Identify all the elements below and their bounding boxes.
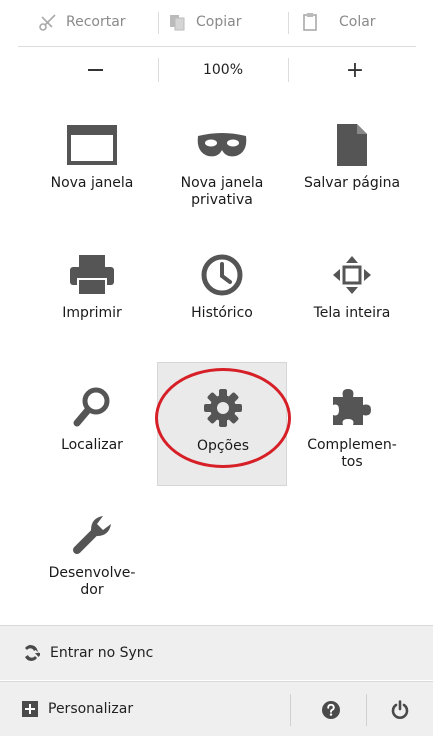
zoom-reset-button[interactable]: 100% [163, 48, 283, 92]
options-button[interactable]: Opções [157, 362, 287, 486]
save-page-button[interactable]: Salvar página [287, 100, 417, 230]
tile-label: Histórico [191, 305, 253, 321]
paste-label: Colar [339, 14, 376, 30]
divider [366, 694, 367, 726]
help-button[interactable] [300, 682, 362, 736]
divider [158, 58, 159, 82]
history-clock-icon [157, 252, 287, 298]
developer-button[interactable]: Desenvolve- dor [27, 490, 157, 620]
printer-icon [27, 252, 157, 298]
tile-label: Nova janela privativa [180, 175, 264, 208]
paste-button[interactable]: Colar [301, 0, 376, 44]
find-button[interactable]: Localizar [27, 362, 157, 486]
scissors-icon [39, 14, 56, 31]
cut-button[interactable]: Recortar [38, 0, 126, 44]
tile-label: Imprimir [62, 305, 122, 321]
customize-label: Personalizar [48, 701, 134, 717]
private-mask-icon [157, 122, 287, 168]
search-icon [27, 384, 157, 430]
divider [158, 12, 159, 34]
divider [288, 58, 289, 82]
help-icon [322, 700, 340, 719]
new-window-icon [27, 122, 157, 168]
cut-label: Recortar [66, 14, 126, 30]
wrench-icon [27, 512, 157, 558]
customize-button[interactable]: Personalizar [0, 682, 133, 736]
zoom-out-button[interactable] [40, 48, 150, 92]
addons-button[interactable]: Complemen- tos [287, 362, 417, 486]
power-icon [391, 699, 409, 719]
copy-button[interactable]: Copiar [168, 0, 241, 44]
tile-label: Nova janela [50, 175, 134, 191]
fullscreen-button[interactable]: Tela inteira [287, 230, 417, 360]
sync-icon [22, 644, 40, 662]
zoom-in-button[interactable]: + [295, 48, 415, 92]
zoom-controls-row: 100% + [0, 48, 433, 92]
copy-label: Copiar [196, 14, 242, 30]
tile-label: Opções [196, 438, 250, 454]
tile-label: Tela inteira [313, 305, 391, 321]
divider [18, 46, 416, 47]
plus-box-icon [22, 701, 38, 717]
fullscreen-icon [287, 252, 417, 298]
divider [288, 12, 289, 34]
new-window-button[interactable]: Nova janela [27, 100, 157, 230]
puzzle-icon [287, 384, 417, 430]
edit-controls-row: Recortar Copiar Colar [0, 0, 433, 44]
tile-label: Localizar [61, 437, 123, 453]
sync-label: Entrar no Sync [50, 645, 154, 661]
sync-signin-button[interactable]: Entrar no Sync [0, 625, 433, 680]
save-page-icon [287, 122, 417, 168]
print-button[interactable]: Imprimir [27, 230, 157, 360]
copy-icon [170, 15, 185, 31]
tile-label: Complemen- tos [307, 437, 397, 470]
history-button[interactable]: Histórico [157, 230, 287, 360]
minus-icon [87, 69, 103, 71]
menu-footer: Personalizar [0, 681, 433, 736]
divider [290, 694, 291, 726]
gear-icon [158, 385, 288, 431]
tile-label: Salvar página [303, 175, 401, 191]
quit-button[interactable] [372, 682, 428, 736]
clipboard-icon [303, 13, 317, 31]
new-private-window-button[interactable]: Nova janela privativa [157, 100, 287, 230]
tile-label: Desenvolve- dor [48, 565, 136, 598]
